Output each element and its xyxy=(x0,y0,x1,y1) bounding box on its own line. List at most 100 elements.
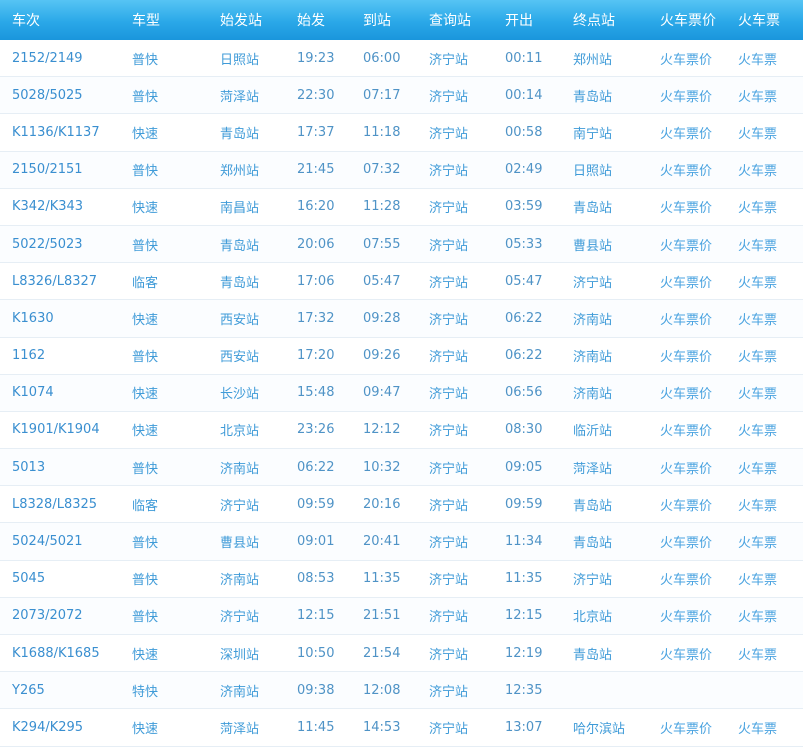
terminal-station-cell: 曹县站 xyxy=(573,238,613,254)
ticket-price-link[interactable]: 火车票价 xyxy=(660,573,712,588)
ticket-price-link[interactable]: 火车票价 xyxy=(660,90,712,105)
col-ticket-cell: 火车票 xyxy=(726,374,803,412)
train-number-cell[interactable]: 2073/2072 xyxy=(12,608,83,623)
ticket-link[interactable]: 火车票 xyxy=(738,424,777,439)
train-number-cell[interactable]: 5022/5023 xyxy=(12,237,83,252)
arrival-time-cell: 21:51 xyxy=(363,608,401,624)
train-number-cell[interactable]: 5013 xyxy=(12,460,45,475)
train-type-cell: 普快 xyxy=(132,164,159,180)
col-dest-cell: 济宁站 xyxy=(561,262,648,301)
ticket-price-link[interactable]: 火车票价 xyxy=(660,53,712,68)
train-number-cell[interactable]: 5028/5025 xyxy=(12,88,83,103)
ticket-link[interactable]: 火车票 xyxy=(738,648,777,663)
col-leave-cell: 12:15 xyxy=(493,597,561,636)
train-number-cell[interactable]: Y265 xyxy=(12,683,45,698)
ticket-price-link[interactable]: 火车票价 xyxy=(660,201,712,216)
col-leave-cell: 09:05 xyxy=(493,448,561,487)
ticket-link[interactable]: 火车票 xyxy=(738,53,777,68)
table-row: K1901/K1904 快速 北京站 23:26 12:12 济宁站 08:30 临沂站 火车票… xyxy=(0,411,803,450)
ticket-price-link[interactable]: 火车票价 xyxy=(660,350,712,365)
col-dest-cell: 济南站 xyxy=(561,299,648,338)
ticket-link[interactable]: 火车票 xyxy=(738,499,777,514)
ticket-link[interactable]: 火车票 xyxy=(738,127,777,142)
ticket-link[interactable]: 火车票 xyxy=(738,164,777,179)
ticket-price-link[interactable]: 火车票价 xyxy=(660,610,712,625)
ticket-link[interactable]: 火车票 xyxy=(738,90,777,105)
arrival-time-cell: 14:53 xyxy=(363,719,401,735)
arrival-time-cell: 21:54 xyxy=(363,645,401,661)
ticket-link[interactable]: 火车票 xyxy=(738,239,777,254)
col-arr-cell: 20:41 xyxy=(351,522,417,561)
ticket-price-link[interactable]: 火车票价 xyxy=(660,387,712,402)
col-dep-cell: 08:53 xyxy=(285,560,351,598)
ticket-price-link[interactable]: 火车票价 xyxy=(660,127,712,142)
ticket-price-link[interactable]: 火车票价 xyxy=(660,722,712,737)
col-query-cell: 济宁站 xyxy=(417,262,493,301)
col-from-cell: 菏泽站 xyxy=(208,76,285,115)
train-type-cell: 普快 xyxy=(132,610,159,626)
ticket-link[interactable]: 火车票 xyxy=(738,313,777,328)
train-number-cell[interactable]: K1136/K1137 xyxy=(12,125,100,140)
train-number-cell[interactable]: 2152/2149 xyxy=(12,51,83,66)
train-number-cell[interactable]: L8328/L8325 xyxy=(12,497,97,512)
origin-station-cell: 济宁站 xyxy=(220,498,260,514)
origin-station-cell: 青岛站 xyxy=(220,126,260,142)
train-number-cell[interactable]: 1162 xyxy=(12,348,45,363)
ticket-link[interactable]: 火车票 xyxy=(738,462,777,477)
col-leave-cell: 12:19 xyxy=(493,634,561,673)
train-number-cell[interactable]: K1901/K1904 xyxy=(12,422,100,437)
query-station-cell: 济宁站 xyxy=(429,89,469,105)
train-number-cell[interactable]: 5045 xyxy=(12,571,45,586)
ticket-price-link[interactable]: 火车票价 xyxy=(660,424,712,439)
col-price-cell: 火车票价 xyxy=(648,40,726,78)
ticket-link[interactable]: 火车票 xyxy=(738,536,777,551)
table-row: 5022/5023 普快 青岛站 20:06 07:55 济宁站 05:33 曹县站 火车票价 火… xyxy=(0,225,803,264)
departure-time-cell: 15:48 xyxy=(297,385,335,401)
col-arr-cell: 14:53 xyxy=(351,708,417,747)
ticket-link[interactable]: 火车票 xyxy=(738,276,777,291)
terminal-station-cell: 郑州站 xyxy=(573,52,613,68)
train-number-cell[interactable]: K342/K343 xyxy=(12,199,83,214)
train-number-cell[interactable]: 2150/2151 xyxy=(12,162,83,177)
col-price-cell: 火车票价 xyxy=(648,337,726,375)
col-type-cell: 快速 xyxy=(120,374,208,412)
ticket-link[interactable]: 火车票 xyxy=(738,201,777,216)
leave-time-cell: 06:56 xyxy=(505,385,543,401)
query-station-cell: 济宁站 xyxy=(429,536,469,552)
col-price-cell: 火车票价 xyxy=(648,560,726,598)
ticket-price-link[interactable]: 火车票价 xyxy=(660,462,712,477)
train-number-cell[interactable]: K294/K295 xyxy=(12,720,83,735)
train-number-cell[interactable]: 5024/5021 xyxy=(12,534,83,549)
col-leave-cell: 06:22 xyxy=(493,337,561,375)
col-query-cell: 济宁站 xyxy=(417,299,493,338)
ticket-price-link[interactable]: 火车票价 xyxy=(660,536,712,551)
train-number-cell[interactable]: K1074 xyxy=(12,385,54,400)
ticket-link[interactable]: 火车票 xyxy=(738,722,777,737)
ticket-price-link[interactable]: 火车票价 xyxy=(660,313,712,328)
col-price-cell: 火车票价 xyxy=(648,113,726,152)
table-header: 车次 车型 始发站 始发 到站 查询站 开出 终点站 火车票价 火车票 xyxy=(0,0,803,40)
col-arr-cell: 21:51 xyxy=(351,597,417,636)
ticket-link[interactable]: 火车票 xyxy=(738,610,777,625)
train-number-cell[interactable]: K1688/K1685 xyxy=(12,646,100,661)
ticket-link[interactable]: 火车票 xyxy=(738,573,777,588)
train-number-cell[interactable]: K1630 xyxy=(12,311,54,326)
ticket-price-link[interactable]: 火车票价 xyxy=(660,276,712,291)
col-leave-cell: 00:14 xyxy=(493,76,561,115)
col-type-cell: 快速 xyxy=(120,188,208,226)
col-type-cell: 普快 xyxy=(120,337,208,375)
ticket-price-link[interactable]: 火车票价 xyxy=(660,648,712,663)
ticket-link[interactable]: 火车票 xyxy=(738,350,777,365)
col-arr-cell: 10:32 xyxy=(351,448,417,487)
train-number-cell[interactable]: L8326/L8327 xyxy=(12,274,97,289)
ticket-price-link[interactable]: 火车票价 xyxy=(660,164,712,179)
table-row: Y265 特快 济南站 09:38 12:08 济宁站 12:35 xyxy=(0,671,803,710)
query-station-cell: 济宁站 xyxy=(429,275,469,291)
col-dest-cell: 日照站 xyxy=(561,151,648,189)
arrival-time-cell: 07:55 xyxy=(363,236,401,252)
table-row: K1630 快速 西安站 17:32 09:28 济宁站 06:22 济南站 火车票价 火车票 xyxy=(0,299,803,338)
col-ticket-cell: 火车票 xyxy=(726,485,803,524)
ticket-price-link[interactable]: 火车票价 xyxy=(660,499,712,514)
ticket-link[interactable]: 火车票 xyxy=(738,387,777,402)
ticket-price-link[interactable]: 火车票价 xyxy=(660,239,712,254)
